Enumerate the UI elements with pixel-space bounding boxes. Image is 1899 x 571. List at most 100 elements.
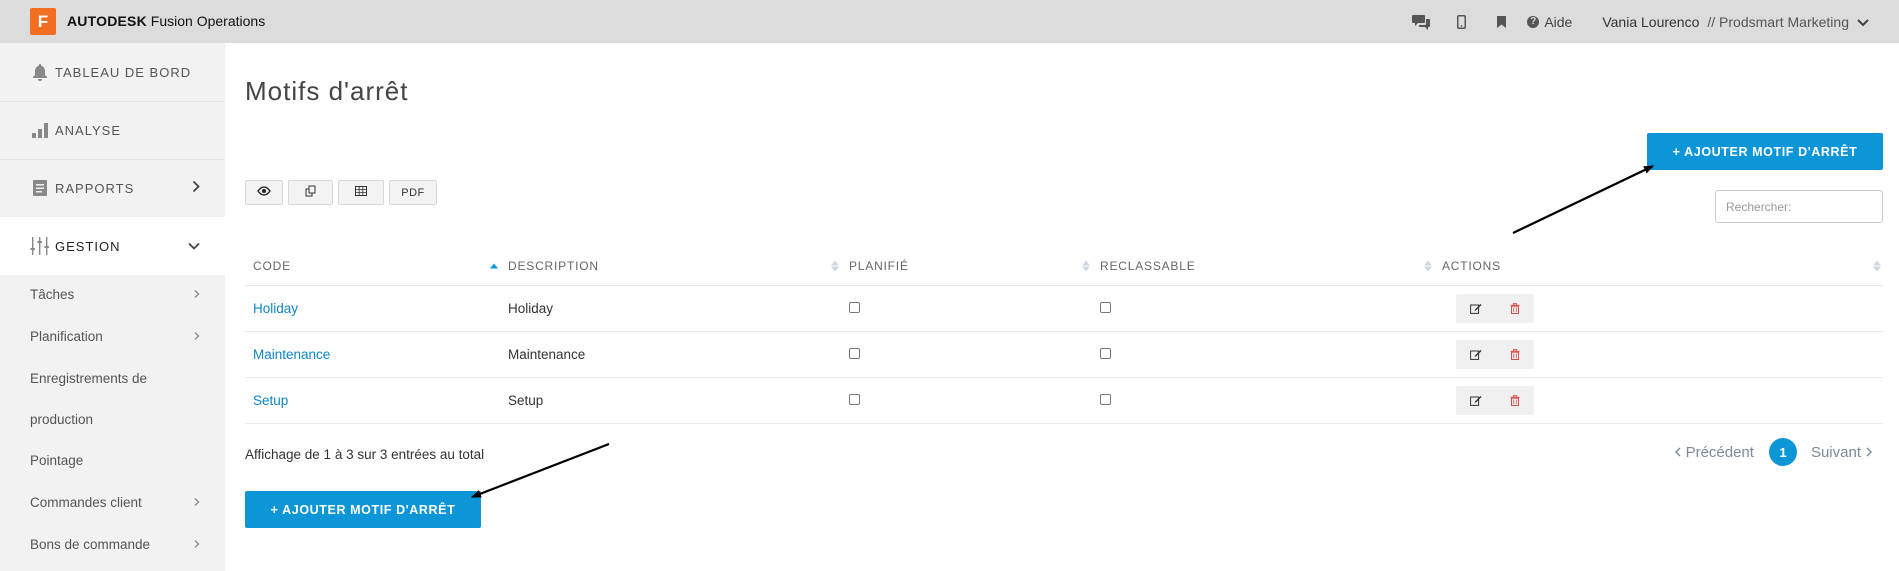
sidebar-item-label: ANALYSE xyxy=(55,122,122,138)
user-org: // Prodsmart Marketing xyxy=(1707,13,1849,30)
sort-icon xyxy=(1424,260,1432,272)
chevron-right-icon xyxy=(194,329,200,344)
reclassable-checkbox[interactable] xyxy=(1100,393,1111,405)
edit-icon[interactable] xyxy=(1456,386,1495,415)
chevron-right-icon xyxy=(194,537,200,552)
motifs-table: CODE DESCRIPTION PLANIFIÉ RECLASSABLE AC… xyxy=(245,248,1883,424)
table-row: Holiday Holiday xyxy=(245,285,1883,332)
row-actions xyxy=(1456,385,1534,415)
user-menu[interactable]: Vania Lourenco // Prodsmart Marketing xyxy=(1602,14,1869,30)
sidebar-item-analyse[interactable]: ANALYSE xyxy=(0,101,225,159)
column-header-label: CODE xyxy=(253,259,291,274)
edit-icon[interactable] xyxy=(1456,340,1495,369)
code-link[interactable]: Maintenance xyxy=(253,347,330,362)
sidebar-item-label: GESTION xyxy=(55,238,121,254)
document-icon xyxy=(30,178,50,198)
copy-icon xyxy=(305,185,317,200)
sidebar-item-gestion[interactable]: GESTION xyxy=(0,217,225,275)
sidebar-subitem-enregistrements[interactable]: Enregistrements de xyxy=(30,368,200,388)
trash-icon[interactable] xyxy=(1495,386,1534,415)
sort-icon xyxy=(1873,260,1881,272)
table-row: Setup Setup xyxy=(245,377,1883,424)
chevron-down-icon xyxy=(1857,14,1869,30)
column-header-code[interactable]: CODE xyxy=(245,248,500,286)
help-link[interactable]: ? Aide xyxy=(1527,14,1572,30)
previous-label: Précédent xyxy=(1685,443,1754,461)
edit-icon[interactable] xyxy=(1456,294,1495,323)
sidebar-item-label: RAPPORTS xyxy=(55,180,135,196)
sidebar-item-tableau-de-bord[interactable]: TABLEAU DE BORD xyxy=(0,43,225,101)
sidebar-subitem-taches[interactable]: Tâches xyxy=(30,284,200,304)
column-header-label: ACTIONS xyxy=(1442,259,1501,274)
bookmark-icon[interactable] xyxy=(1481,0,1521,43)
user-name: Vania Lourenco xyxy=(1602,13,1700,30)
sidebar-subitem-pointage[interactable]: Pointage xyxy=(30,450,200,470)
brand-product: Fusion Operations xyxy=(150,13,266,29)
help-icon: ? xyxy=(1527,15,1540,28)
fusion-logo[interactable]: F xyxy=(30,8,56,35)
column-header-planifie[interactable]: PLANIFIÉ xyxy=(841,248,1092,286)
code-link[interactable]: Setup xyxy=(253,393,288,408)
sidebar-item-label: TABLEAU DE BORD xyxy=(55,64,192,80)
brand-name: AUTODESK Fusion Operations xyxy=(67,13,265,29)
column-header-actions[interactable]: ACTIONS xyxy=(1434,248,1883,286)
reclassable-checkbox[interactable] xyxy=(1100,347,1111,359)
sidebar-subitem-bons-de-commande[interactable]: Bons de commande xyxy=(30,534,200,554)
search-input[interactable] xyxy=(1726,199,1882,214)
brand-bold: AUTODESK xyxy=(67,13,147,29)
sort-icon xyxy=(1082,260,1090,272)
eye-icon xyxy=(257,186,271,199)
row-actions xyxy=(1456,339,1534,369)
chevron-right-icon xyxy=(192,180,200,196)
sidebar-subitem-enregistrements-cont[interactable]: production xyxy=(30,409,200,429)
bar-chart-icon xyxy=(30,120,50,140)
sidebar-subitem-label: Planification xyxy=(30,328,103,344)
chevron-right-icon xyxy=(1866,444,1872,461)
next-page-button[interactable]: Suivant xyxy=(1811,444,1872,461)
sliders-icon xyxy=(30,236,50,256)
sidebar-subitem-label: Commandes client xyxy=(30,494,142,510)
chevron-left-icon xyxy=(1674,444,1681,461)
column-visibility-button[interactable] xyxy=(245,180,283,205)
sort-asc-icon xyxy=(490,263,498,269)
sidebar-item-rapports[interactable]: RAPPORTS xyxy=(0,159,225,217)
add-motif-button-top[interactable]: + AJOUTER MOTIF D'ARRÊT xyxy=(1647,133,1883,170)
sidebar-subitem-label: production xyxy=(30,411,94,427)
chevron-right-icon xyxy=(194,495,200,510)
mobile-icon[interactable] xyxy=(1441,0,1481,43)
pdf-export-button[interactable]: PDF xyxy=(389,180,437,205)
annotation-arrow-top xyxy=(1512,165,1654,234)
copy-button[interactable] xyxy=(288,180,333,205)
previous-page-button[interactable]: Précédent xyxy=(1674,443,1754,461)
reclassable-checkbox[interactable] xyxy=(1100,301,1111,313)
bell-icon xyxy=(30,62,50,82)
column-header-reclassable[interactable]: RECLASSABLE xyxy=(1092,248,1434,286)
table-row: Maintenance Maintenance xyxy=(245,331,1883,378)
chat-icon[interactable] xyxy=(1401,0,1441,43)
top-bar: F AUTODESK Fusion Operations ? Aide Vani… xyxy=(0,0,1899,43)
column-header-description[interactable]: DESCRIPTION xyxy=(500,248,841,286)
code-link[interactable]: Holiday xyxy=(253,301,298,316)
trash-icon[interactable] xyxy=(1495,340,1534,369)
chevron-down-icon xyxy=(188,239,200,254)
sidebar-subitem-commandes-client[interactable]: Commandes client xyxy=(30,492,200,512)
planifie-checkbox[interactable] xyxy=(849,393,860,405)
description-cell: Holiday xyxy=(500,285,841,332)
page-1-button[interactable]: 1 xyxy=(1768,438,1797,466)
sidebar-subitem-planification[interactable]: Planification xyxy=(30,326,200,346)
search-field[interactable] xyxy=(1715,190,1883,223)
add-motif-button-bottom[interactable]: + AJOUTER MOTIF D'ARRÊT xyxy=(245,491,481,528)
help-label: Aide xyxy=(1544,13,1573,30)
trash-icon[interactable] xyxy=(1495,294,1534,323)
chevron-right-icon xyxy=(194,287,200,302)
sidebar: TABLEAU DE BORD ANALYSE RAPPORTS GESTION… xyxy=(0,43,225,571)
sort-icon xyxy=(831,260,839,272)
sidebar-subitem-label: Pointage xyxy=(30,452,84,468)
table-icon xyxy=(355,186,367,199)
planifie-checkbox[interactable] xyxy=(849,347,860,359)
annotation-arrow-bottom xyxy=(471,442,610,499)
excel-export-button[interactable] xyxy=(338,180,384,205)
planifie-checkbox[interactable] xyxy=(849,301,860,313)
pagination: Précédent 1 Suivant xyxy=(1674,438,1872,466)
sidebar-subitem-label: Enregistrements de xyxy=(30,370,148,386)
